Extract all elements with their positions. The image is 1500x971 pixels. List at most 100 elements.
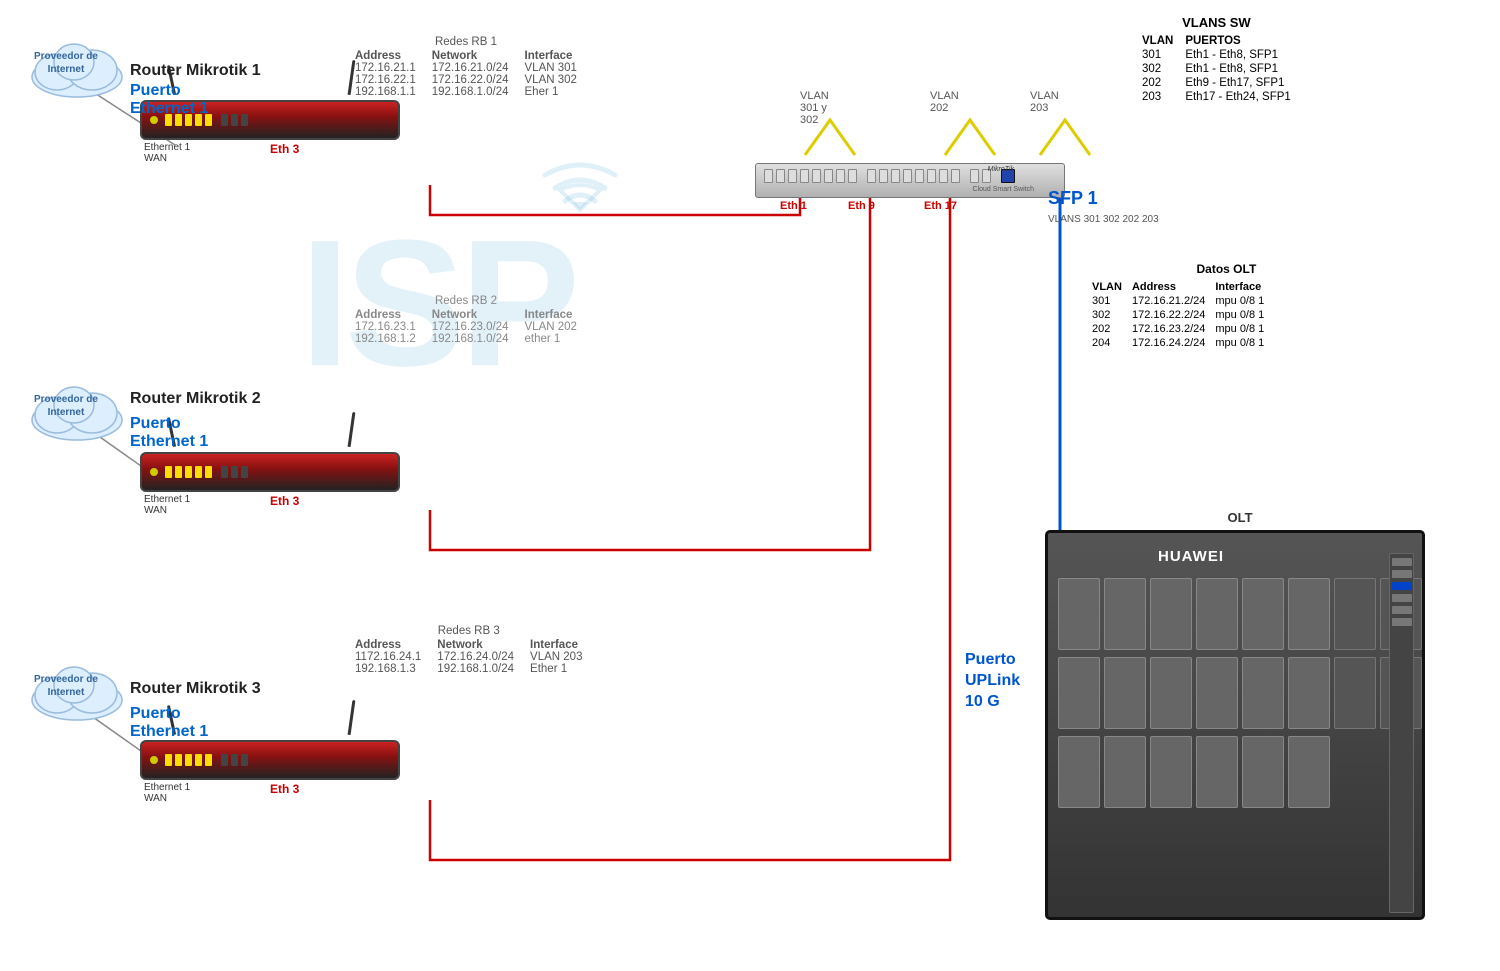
slot-11	[1150, 657, 1192, 729]
router-3-body	[140, 740, 400, 780]
redes-rb2-title: Redes RB 2 Address 172.16.23.1 192.168.1…	[355, 295, 577, 345]
r2-port5	[205, 466, 212, 478]
switch-device: MikroTik Cloud Smart Switch	[755, 163, 1065, 198]
rb2-net2: 192.168.1.0/24	[432, 333, 509, 345]
slot-12	[1196, 657, 1238, 729]
vlan-cell: 203	[1140, 90, 1183, 104]
vlans-sw-row: 202Eth9 - Eth17, SFP1	[1140, 76, 1293, 90]
olt-rp-port5	[1392, 618, 1412, 626]
olt-address-cell: 172.16.24.2/24	[1130, 336, 1213, 350]
sw-port-17	[970, 169, 979, 183]
datos-olt-data-table: VLAN Address Interface 301172.16.21.2/24…	[1090, 280, 1266, 350]
r2-port2	[175, 466, 182, 478]
router1-puerto: Puerto Ethernet 1	[130, 82, 208, 118]
rb3-address-header: Address	[355, 639, 421, 651]
rb2-net1: 172.16.23.0/24	[432, 321, 509, 333]
olt-area: OLT HUAWEI	[1045, 510, 1435, 920]
datos-olt-row: 301172.16.21.2/24mpu 0/8 1	[1090, 294, 1266, 308]
slot-20	[1196, 736, 1238, 808]
router2-puerto: Puerto Ethernet 1	[130, 415, 208, 451]
slot-13	[1242, 657, 1284, 729]
datos-olt-table: Datos OLT VLAN Address Interface 301172.…	[1090, 262, 1266, 350]
r2-port1	[165, 466, 172, 478]
vlans-sw-data-table: VLAN PUERTOS 301Eth1 - Eth8, SFP1302Eth1…	[1140, 34, 1293, 104]
slot-17	[1058, 736, 1100, 808]
rb2-int2: ether 1	[525, 333, 577, 345]
vlans-sw-title: VLANS SW	[1140, 15, 1293, 30]
olt-rp-port2	[1392, 570, 1412, 578]
router-2-area: Ethernet 1 WAN Eth 3	[140, 452, 400, 492]
olt-address-cell: 172.16.22.2/24	[1130, 308, 1213, 322]
olt-address-header: Address	[1130, 280, 1213, 294]
sw-port-15	[939, 169, 948, 183]
r2-port8	[241, 466, 248, 478]
slot-19	[1150, 736, 1192, 808]
slot-3	[1150, 578, 1192, 650]
puertos-cell: Eth1 - Eth8, SFP1	[1183, 62, 1292, 76]
slot-2	[1104, 578, 1146, 650]
r3-port2	[175, 754, 182, 766]
vlan-cell: 202	[1140, 76, 1183, 90]
puertos-cell: Eth9 - Eth17, SFP1	[1183, 76, 1292, 90]
cloud-1: Proveedor de Internet	[22, 32, 132, 107]
slot-5	[1242, 578, 1284, 650]
rb1-addr2: 172.16.22.1	[355, 74, 416, 86]
router1-name: Router Mikrotik 1	[130, 62, 261, 80]
sw-port-5	[812, 169, 821, 183]
olt-right-panel	[1389, 553, 1414, 913]
router3-name: Router Mikrotik 3	[130, 680, 261, 698]
router-3-area: Ethernet 1 WAN Eth 3	[140, 740, 400, 780]
sw-port-13	[915, 169, 924, 183]
r3-led	[150, 756, 158, 764]
puertos-cell: Eth1 - Eth8, SFP1	[1183, 48, 1292, 62]
switch-title-label: Cloud Smart Switch	[973, 186, 1034, 193]
sw-port-1	[764, 169, 773, 183]
rb3-net1: 172.16.24.0/24	[437, 651, 514, 663]
switch-eth17-label: Eth 17	[924, 200, 957, 212]
router3-eth-wan-label: Ethernet 1 WAN	[144, 782, 190, 804]
diagram-container: ISP	[0, 0, 1500, 971]
slot-22	[1288, 736, 1330, 808]
rb2-network-header: Network	[432, 309, 509, 321]
olt-address-cell: 172.16.21.2/24	[1130, 294, 1213, 308]
r3-port6	[221, 754, 228, 766]
router2-eth-wan-label: Ethernet 1 WAN	[144, 494, 190, 516]
redes-rb1-title: Redes RB 1 Address 172.16.21.1 172.16.22…	[355, 36, 577, 98]
puerto-uplink-label: Puerto UPLink 10 G	[965, 650, 1020, 712]
cloud3-label1: Proveedor de	[34, 674, 98, 685]
sw-port-11	[891, 169, 900, 183]
switch-sfp1-label: SFP 1 VLANS 301 302 202 203	[1048, 188, 1159, 227]
r1-port7	[231, 114, 238, 126]
r3-port1	[165, 754, 172, 766]
router2-name: Router Mikrotik 2	[130, 390, 261, 408]
rb1-int2: VLAN 302	[525, 74, 577, 86]
datos-olt-row: 302172.16.22.2/24mpu 0/8 1	[1090, 308, 1266, 322]
rb1-addr1: 172.16.21.1	[355, 62, 416, 74]
cloud2-label2: Internet	[48, 407, 85, 418]
r2-port4	[195, 466, 202, 478]
switch-brand-label: MikroTik	[988, 166, 1014, 173]
olt-vlan-cell: 301	[1090, 294, 1130, 308]
antenna-2b	[348, 412, 356, 447]
olt-uplink-port	[1392, 582, 1412, 590]
r3-port4	[195, 754, 202, 766]
rb1-int3: Eher 1	[525, 86, 577, 98]
rb2-interface-header: Interface	[525, 309, 577, 321]
r2-port3	[185, 466, 192, 478]
vlans-sw-table: VLANS SW VLAN PUERTOS 301Eth1 - Eth8, SF…	[1140, 15, 1293, 104]
rb1-net3: 192.168.1.0/24	[432, 86, 509, 98]
vlan-cell: 301	[1140, 48, 1183, 62]
olt-rp-port4	[1392, 606, 1412, 614]
sw-port-7	[836, 169, 845, 183]
sw-port-10	[879, 169, 888, 183]
sw-port-3	[788, 169, 797, 183]
rb3-net2: 192.168.1.0/24	[437, 663, 514, 675]
sw-port-6	[824, 169, 833, 183]
switch-eth9-label: Eth 9	[848, 200, 875, 212]
rb1-address-header: Address	[355, 50, 416, 62]
olt-interface-cell: mpu 0/8 1	[1213, 322, 1266, 336]
datos-olt-title: Datos OLT	[1090, 262, 1266, 276]
sw-port-16	[951, 169, 960, 183]
sw-port-2	[776, 169, 785, 183]
router1-eth-wan-label: Ethernet 1 WAN	[144, 142, 190, 164]
